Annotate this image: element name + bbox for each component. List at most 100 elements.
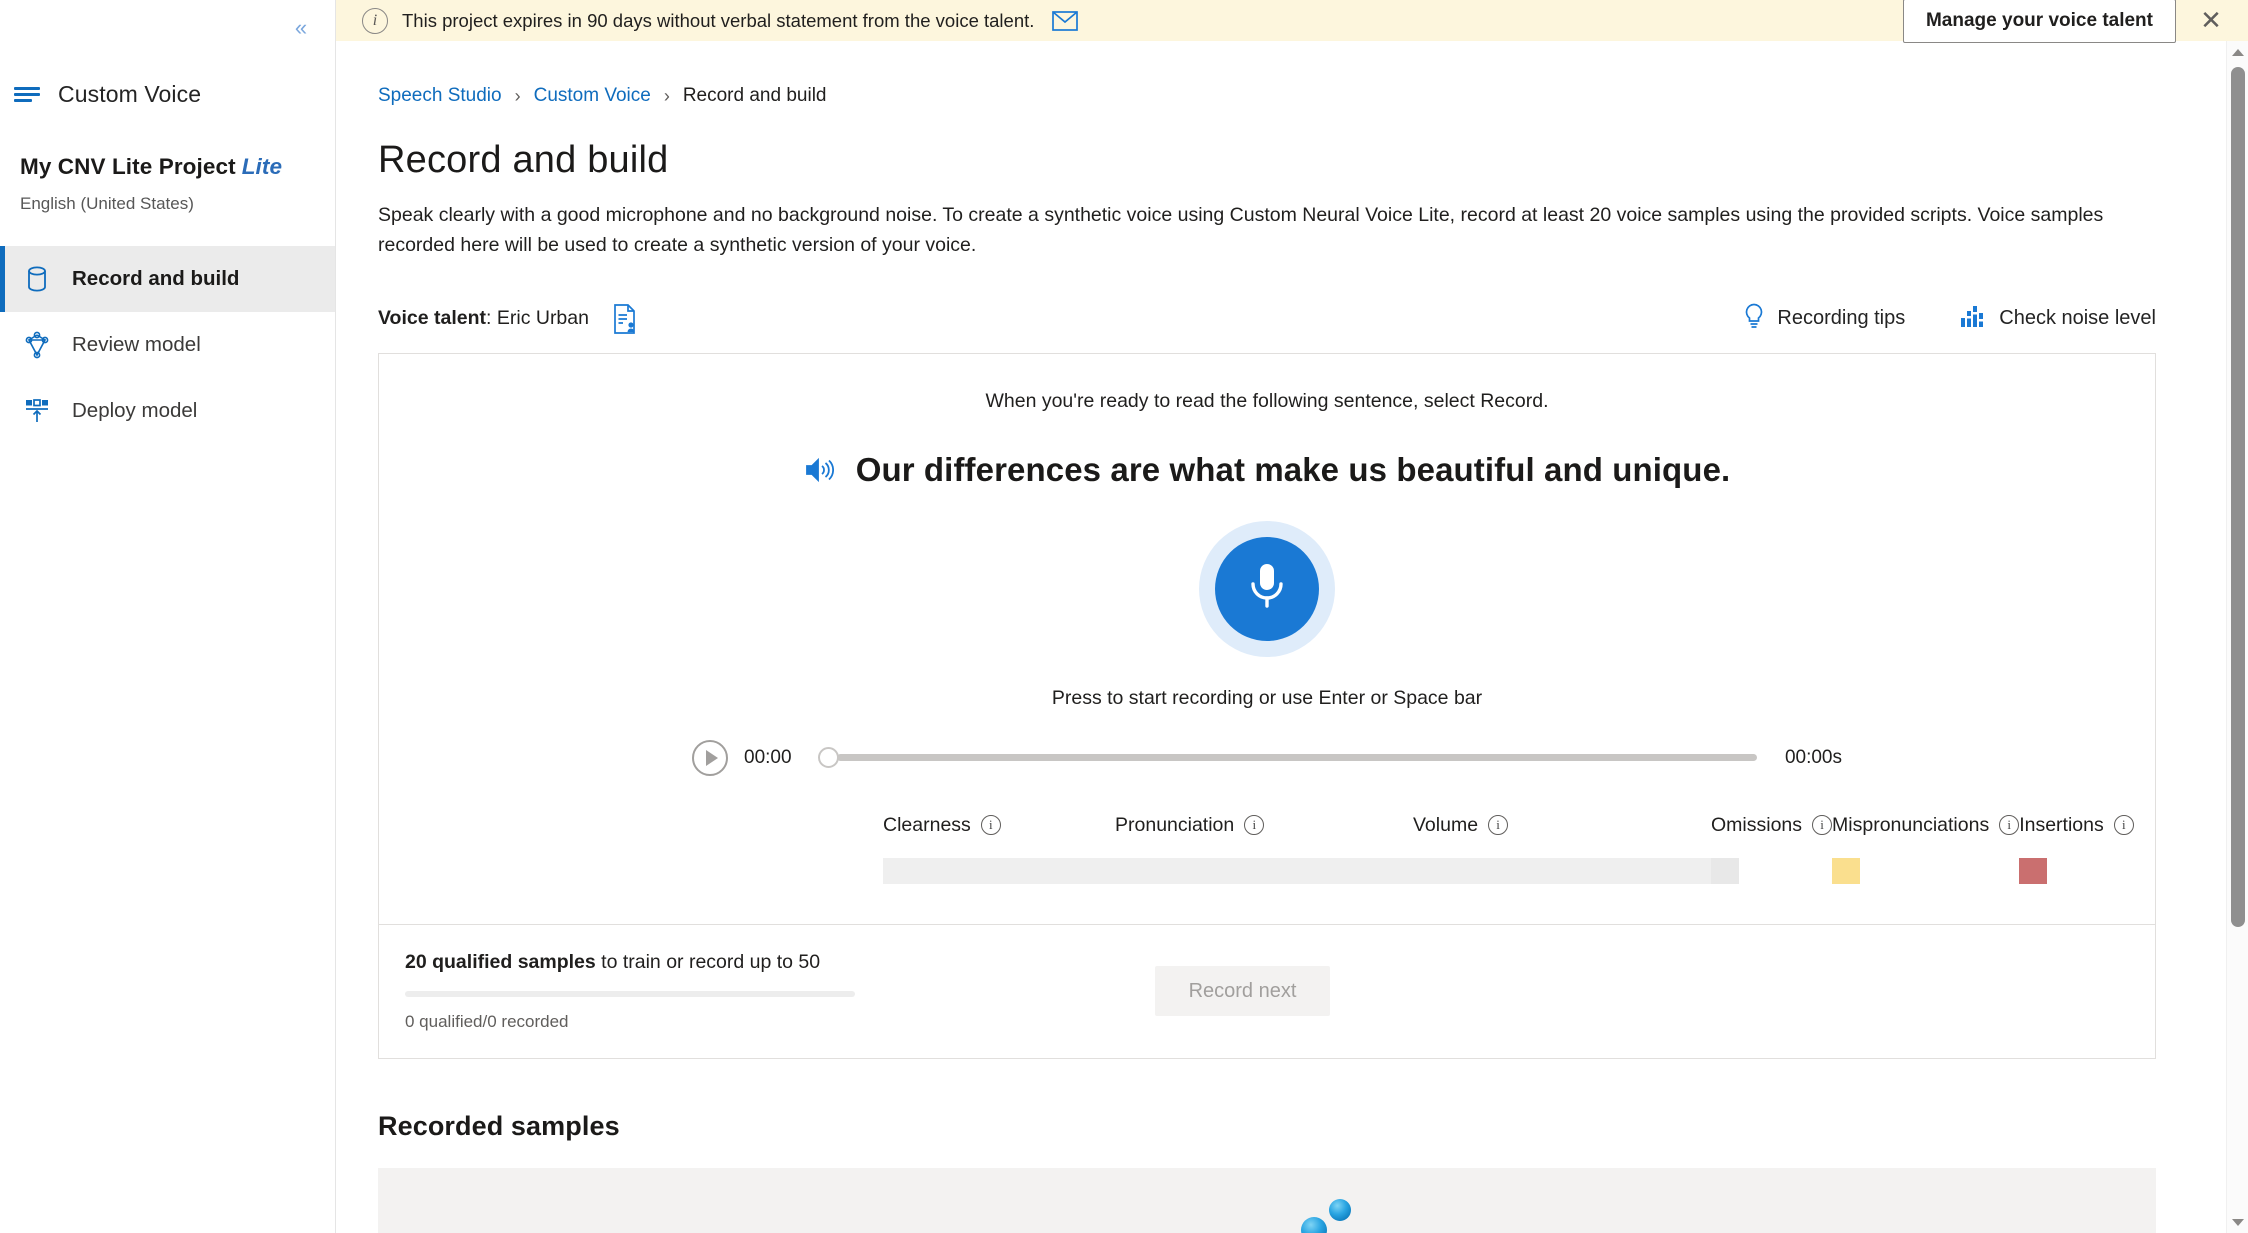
recording-tips-label: Recording tips (1777, 307, 1906, 330)
metric-bar (1832, 857, 1861, 884)
voice-talent-separator: : (486, 307, 497, 330)
sidebar-item-label: Record and build (72, 267, 240, 290)
sidebar-nav: Record and build Review model Deploy mod… (0, 246, 335, 444)
page-title: Record and build (378, 139, 669, 181)
scroll-down-arrow-icon[interactable] (2227, 1211, 2248, 1233)
voice-talent-label-text: Voice talent (378, 307, 487, 330)
recorded-samples-title: Recorded samples (378, 1110, 620, 1141)
metric-label: Mispronunciations (1832, 813, 1990, 836)
recording-tips-link[interactable]: Recording tips (1743, 303, 1905, 335)
metric-bar (1115, 857, 1413, 884)
audio-levels-icon (1961, 304, 1987, 334)
sidebar-brand-label: Custom Voice (58, 80, 202, 107)
info-icon[interactable]: i (2113, 815, 2134, 836)
app-root: « Custom Voice My CNV Lite Project Lite E… (0, 0, 2248, 1233)
breadcrumb: Speech Studio › Custom Voice › Record an… (378, 85, 2226, 107)
project-summary: My CNV Lite Project Lite English (United … (0, 116, 335, 220)
main-column: i This project expires in 90 days withou… (336, 0, 2248, 1233)
page-description: Speak clearly with a good microphone and… (378, 204, 2104, 257)
voice-talent-row: Voice talent: Eric Urban Recording tips … (378, 303, 2156, 335)
empty-box-icon (1112, 1168, 1422, 1233)
samples-progress-bar (405, 990, 855, 997)
scroll-area: Speech Studio › Custom Voice › Record an… (336, 41, 2248, 1233)
recorder-prompt: When you're ready to read the following … (985, 389, 1549, 412)
breadcrumb-item-speech-studio[interactable]: Speech Studio (378, 85, 502, 107)
sidebar: « Custom Voice My CNV Lite Project Lite E… (0, 0, 336, 1233)
recorder-card-footer: 20 qualified samples to train or record … (379, 923, 2155, 1058)
sidebar-item-label: Review model (72, 333, 201, 356)
vertical-scrollbar[interactable] (2226, 41, 2248, 1233)
record-button[interactable] (1199, 520, 1335, 657)
qualified-samples-line: 20 qualified samples to train or record … (405, 951, 1155, 974)
record-next-button[interactable]: Record next (1155, 966, 1330, 1017)
samples-counts: 0 qualified/0 recorded (405, 1011, 569, 1031)
player-seek-thumb[interactable] (818, 747, 839, 769)
sidebar-brand[interactable]: Custom Voice (0, 72, 335, 116)
project-name: My CNV Lite Project (20, 154, 236, 179)
metric-label: Omissions (1711, 813, 1803, 836)
metric-label: Pronunciation (1115, 813, 1235, 836)
qualified-samples-count: 20 qualified samples (405, 950, 596, 973)
sidebar-item-deploy-model[interactable]: Deploy model (0, 378, 335, 444)
breadcrumb-separator-icon: › (663, 85, 670, 106)
player-current-time: 00:00 (744, 746, 792, 768)
target-sentence: Our differences are what make us beautif… (855, 450, 1731, 488)
metric-label: Volume (1413, 813, 1479, 836)
metric-clearness: Clearness i (883, 813, 1181, 884)
player-seek-track[interactable] (837, 754, 1757, 762)
metric-bar (1413, 857, 1711, 884)
model-graph-icon (22, 330, 52, 360)
info-icon[interactable]: i (1999, 815, 2020, 836)
voice-talent-document-icon[interactable] (611, 303, 639, 334)
deploy-upload-icon (22, 396, 52, 426)
chevron-double-left-icon: « (294, 15, 308, 40)
breadcrumb-separator-icon: › (514, 85, 521, 106)
recorder-card: When you're ready to read the following … (378, 352, 2156, 1059)
hamburger-menu-icon[interactable] (14, 83, 44, 105)
metric-mispronunciations: Mispronunciations i (1832, 813, 2020, 884)
database-icon (22, 264, 52, 294)
sidebar-collapse-button[interactable]: « (281, 8, 321, 48)
samples-summary: 20 qualified samples to train or record … (405, 951, 1155, 1032)
project-language: English (United States) (20, 194, 194, 213)
project-tier-badge: Lite (241, 154, 283, 179)
info-icon[interactable]: i (1244, 815, 1265, 836)
recorder-card-body: When you're ready to read the following … (379, 354, 2155, 924)
info-icon[interactable]: i (1812, 815, 1833, 836)
scrollbar-thumb[interactable] (2231, 67, 2245, 927)
sidebar-item-review-model[interactable]: Review model (0, 312, 335, 378)
qualified-samples-rest: to train or record up to 50 (595, 950, 821, 973)
speaker-sound-icon[interactable] (804, 456, 834, 484)
manage-voice-talent-button[interactable]: Manage your voice talent (1902, 0, 2176, 43)
breadcrumb-item-custom-voice[interactable]: Custom Voice (534, 85, 651, 107)
recorded-samples-empty-state (378, 1167, 2156, 1233)
metric-label: Insertions (2019, 813, 2104, 836)
metric-insertions: Insertions i (2019, 814, 2134, 884)
record-button-circle (1215, 536, 1319, 641)
player-seek-bar[interactable] (818, 747, 1757, 769)
lightbulb-icon (1743, 303, 1765, 335)
record-button-wrap (379, 520, 2155, 657)
close-icon[interactable]: ✕ (2188, 0, 2234, 41)
breadcrumb-item-current: Record and build (682, 85, 827, 106)
record-hint: Press to start recording or use Enter or… (1051, 686, 1483, 709)
info-icon[interactable]: i (980, 815, 1001, 836)
play-icon[interactable] (692, 739, 728, 776)
banner-message: This project expires in 90 days without … (402, 9, 1035, 31)
page-content: Speech Studio › Custom Voice › Record an… (336, 41, 2226, 1233)
metric-volume: Volume i (1413, 814, 1711, 884)
voice-talent-label: Voice talent: Eric Urban (378, 307, 589, 330)
metric-label: Clearness (883, 813, 971, 836)
check-noise-level-link[interactable]: Check noise level (1961, 304, 2156, 334)
info-icon[interactable]: i (1488, 815, 1509, 836)
voice-talent-name: Eric Urban (496, 307, 589, 330)
sidebar-item-label: Deploy model (72, 399, 198, 422)
scroll-up-arrow-icon[interactable] (2227, 41, 2248, 63)
expiry-notification-banner: i This project expires in 90 days withou… (336, 0, 2248, 43)
check-noise-level-label: Check noise level (1999, 307, 2156, 330)
metric-bar (1711, 857, 1739, 884)
metrics-row: Clearness i Pronunciation i Volume i Omi… (379, 814, 2155, 884)
mail-icon[interactable] (1052, 10, 1079, 31)
metric-bar (2019, 857, 2048, 884)
sidebar-item-record-and-build[interactable]: Record and build (0, 246, 335, 312)
